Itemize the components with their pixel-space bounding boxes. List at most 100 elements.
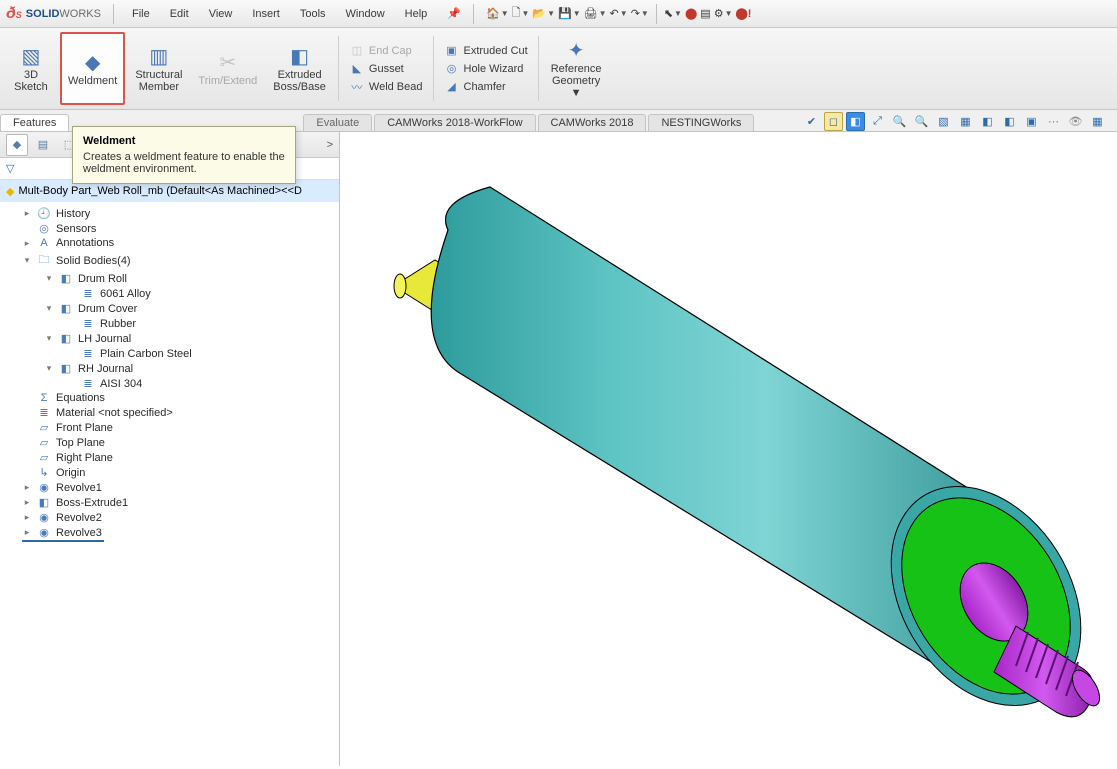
chamfer-button[interactable]: ◢Chamfer xyxy=(444,79,528,95)
tree-sensors[interactable]: ◎Sensors xyxy=(0,221,339,236)
zoom-box-icon[interactable]: ◻ xyxy=(824,112,843,131)
select-button[interactable]: ⬉▼ xyxy=(664,7,682,20)
print-button[interactable]: 🖨▼ xyxy=(584,7,607,20)
gusset-icon: ◣ xyxy=(349,61,365,77)
separator xyxy=(656,4,657,24)
tree-solid-bodies[interactable]: ▾🗀Solid Bodies(4) xyxy=(0,250,339,271)
material-icon: ≣ xyxy=(80,347,96,360)
menu-edit[interactable]: Edit xyxy=(164,6,195,22)
reference-geometry-button[interactable]: ✦ Reference Geometry ▼ xyxy=(545,32,608,105)
settings-button[interactable]: ⚙▼ xyxy=(714,7,733,20)
tree-material[interactable]: ≣Material <not specified> xyxy=(0,405,339,420)
origin-icon: ↳ xyxy=(36,466,52,479)
tree-top-plane[interactable]: ▱Top Plane xyxy=(0,435,339,450)
view-orientation-icon[interactable]: ◧ xyxy=(846,112,865,131)
extruded-cut-button[interactable]: ▣Extruded Cut xyxy=(444,43,528,59)
menu-window[interactable]: Window xyxy=(340,6,391,22)
command-manager-ribbon: ▧ 3D Sketch ◆ Weldment ▥ Structural Memb… xyxy=(0,28,1117,110)
tree-annotations[interactable]: ▸AAnnotations xyxy=(0,236,339,250)
sketch-3d-button[interactable]: ▧ 3D Sketch xyxy=(6,32,56,105)
edit-appearance-icon[interactable]: ◧ xyxy=(1000,112,1019,131)
tab-features[interactable]: Features xyxy=(0,114,69,131)
tree-right-plane[interactable]: ▱Right Plane xyxy=(0,450,339,465)
home-button[interactable]: 🏠▼ xyxy=(486,7,509,20)
equations-icon: Σ xyxy=(36,392,52,404)
graphics-viewport[interactable] xyxy=(340,132,1117,766)
tree-revolve3[interactable]: ▸◉Revolve3 xyxy=(0,525,339,540)
menu-tools[interactable]: Tools xyxy=(294,6,332,22)
filter-icon: ▽ xyxy=(6,162,14,175)
material-icon: ≣ xyxy=(36,406,52,419)
tree-revolve1[interactable]: ▸◉Revolve1 xyxy=(0,480,339,495)
error-icon[interactable]: ⬤! xyxy=(735,7,751,20)
revolve-icon: ◉ xyxy=(36,511,52,524)
separator xyxy=(338,36,339,101)
structural-member-button[interactable]: ▥ Structural Member xyxy=(129,32,188,105)
tree-history[interactable]: ▸🕘History xyxy=(0,206,339,221)
sketch-3d-icon: ▧ xyxy=(22,44,41,69)
cut-stack: ▣Extruded Cut ◎Hole Wizard ◢Chamfer xyxy=(440,32,532,105)
tree-boss-extrude1[interactable]: ▸◧Boss-Extrude1 xyxy=(0,495,339,510)
tab-camworks-workflow[interactable]: CAMWorks 2018-WorkFlow xyxy=(374,114,535,131)
render-icon[interactable]: ▦ xyxy=(1088,112,1107,131)
accept-icon[interactable]: ✔ xyxy=(802,112,821,131)
menu-bar: ðS SOLIDWORKS File Edit View Insert Tool… xyxy=(0,0,1117,28)
open-button[interactable]: 📂▼ xyxy=(532,7,555,20)
tree-lh-journal-material[interactable]: ≣Plain Carbon Steel xyxy=(0,346,339,361)
structural-member-icon: ▥ xyxy=(149,44,168,69)
weld-bead-button[interactable]: 〰Weld Bead xyxy=(349,79,423,95)
tree-equations[interactable]: ΣEquations xyxy=(0,391,339,405)
separator xyxy=(473,4,474,24)
zoom-area-icon[interactable]: 🔍 xyxy=(890,112,909,131)
tree-drum-roll[interactable]: ▾◧Drum Roll xyxy=(0,271,339,286)
view-visibility-icon[interactable]: 👁 xyxy=(1066,112,1085,131)
redo-button[interactable]: ↷▼ xyxy=(631,7,649,20)
tree-revolve2[interactable]: ▸◉Revolve2 xyxy=(0,510,339,525)
tree-rh-journal-material[interactable]: ≣AISI 304 xyxy=(0,376,339,391)
tree-drum-roll-material[interactable]: ≣6061 Alloy xyxy=(0,286,339,301)
feature-tree-tab[interactable]: ◆ xyxy=(6,134,28,156)
menu-insert[interactable]: Insert xyxy=(246,6,286,22)
display-style-icon[interactable]: ▦ xyxy=(956,112,975,131)
tree-origin[interactable]: ↳Origin xyxy=(0,465,339,480)
rebuild-icon[interactable]: ⬤ xyxy=(685,7,697,20)
extruded-boss-button[interactable]: ◧ Extruded Boss/Base xyxy=(267,32,332,105)
menu-help[interactable]: Help xyxy=(399,6,434,22)
prev-view-icon[interactable]: 🔍 xyxy=(912,112,931,131)
tab-nestingworks[interactable]: NESTINGWorks xyxy=(648,114,754,131)
tab-evaluate[interactable]: Evaluate xyxy=(303,114,372,131)
tree-front-plane[interactable]: ▱Front Plane xyxy=(0,420,339,435)
panel-overflow-icon[interactable]: > xyxy=(327,139,333,151)
chamfer-icon: ◢ xyxy=(444,79,460,95)
tree-lh-journal[interactable]: ▾◧LH Journal xyxy=(0,331,339,346)
pin-icon[interactable]: 📌 xyxy=(447,7,461,20)
undo-button[interactable]: ↶▼ xyxy=(610,7,628,20)
zoom-fit-icon[interactable]: ⤢ xyxy=(868,112,887,131)
material-icon: ≣ xyxy=(80,377,96,390)
new-button[interactable]: 🗋▼ xyxy=(512,4,530,23)
rollback-bar[interactable] xyxy=(22,540,104,542)
trim-extend-icon: ✂ xyxy=(219,50,236,75)
weldment-button[interactable]: ◆ Weldment xyxy=(60,32,125,105)
menu-file[interactable]: File xyxy=(126,6,156,22)
view-settings-icon[interactable]: ⋯ xyxy=(1044,112,1063,131)
options-list-icon[interactable]: ▤ xyxy=(700,7,710,20)
apply-scene-icon[interactable]: ▣ xyxy=(1022,112,1041,131)
menu-view[interactable]: View xyxy=(203,6,239,22)
save-button[interactable]: 💾▼ xyxy=(558,7,581,20)
tooltip-title: Weldment xyxy=(83,135,285,147)
separator xyxy=(113,4,114,24)
hole-wizard-button[interactable]: ◎Hole Wizard xyxy=(444,61,528,77)
feature-tree: ▸🕘History ◎Sensors ▸AAnnotations ▾🗀Solid… xyxy=(0,202,339,766)
tab-camworks[interactable]: CAMWorks 2018 xyxy=(538,114,647,131)
tree-drum-cover-material[interactable]: ≣Rubber xyxy=(0,316,339,331)
gusset-button[interactable]: ◣Gusset xyxy=(349,61,423,77)
tree-drum-cover[interactable]: ▾◧Drum Cover xyxy=(0,301,339,316)
tree-rh-journal[interactable]: ▾◧RH Journal xyxy=(0,361,339,376)
material-icon: ≣ xyxy=(80,287,96,300)
dassault-logo-icon: ðS xyxy=(6,5,22,23)
property-manager-tab[interactable]: ▤ xyxy=(32,134,54,156)
section-view-icon[interactable]: ▧ xyxy=(934,112,953,131)
body-icon: ◧ xyxy=(58,332,74,345)
hide-show-icon[interactable]: ◧ xyxy=(978,112,997,131)
